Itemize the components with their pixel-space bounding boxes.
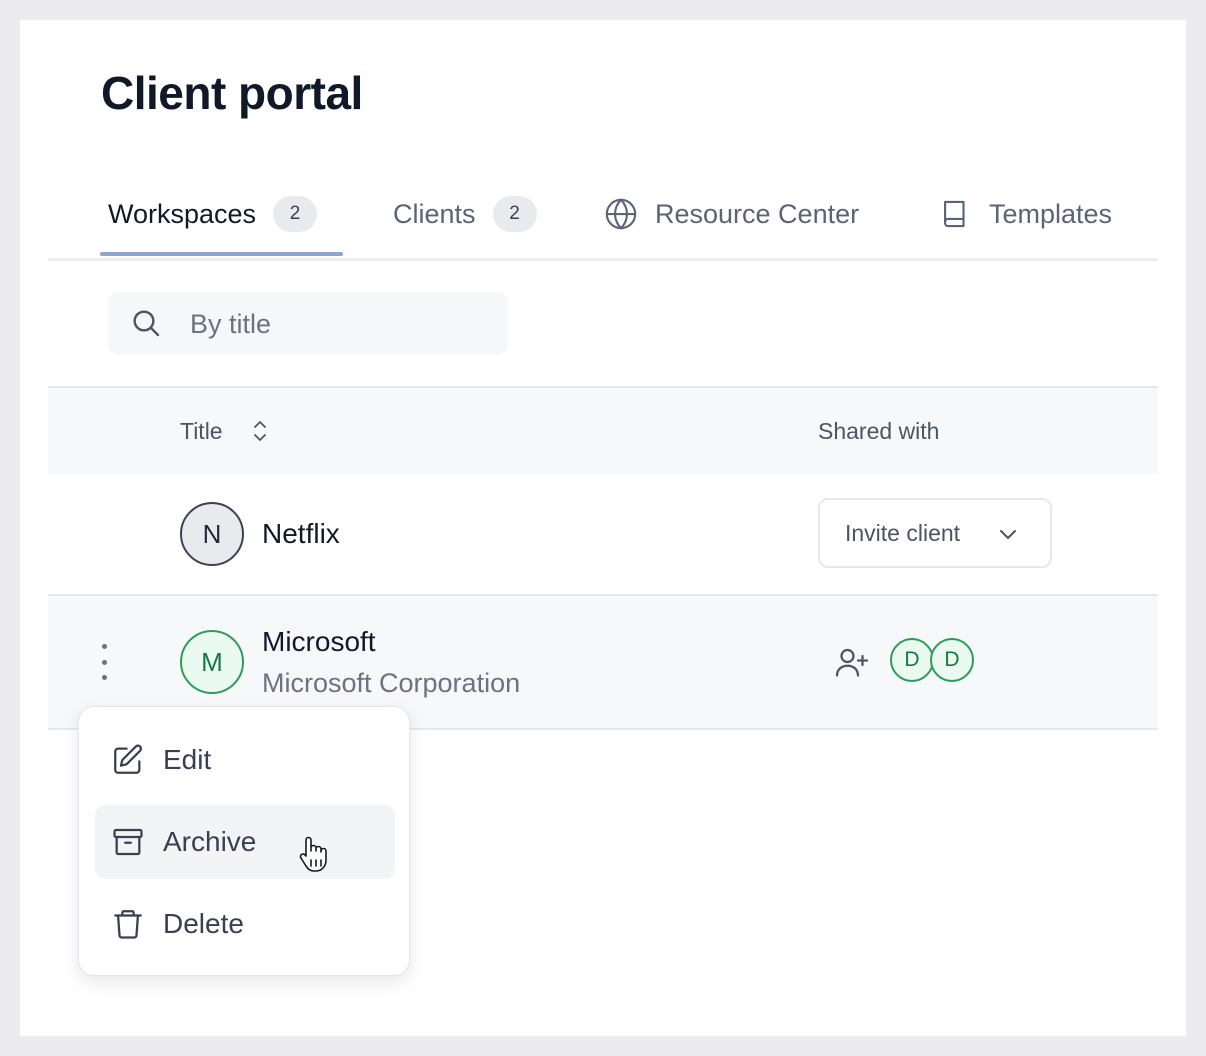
shared-user-avatar[interactable]: D xyxy=(930,638,974,682)
tab-workspaces-label: Workspaces xyxy=(108,198,257,229)
tab-clients-label: Clients xyxy=(393,198,476,229)
tab-workspaces[interactable]: Workspaces 2 xyxy=(108,170,318,258)
table-header: Title Shared with xyxy=(48,386,1158,476)
active-tab-indicator xyxy=(100,252,343,256)
add-user-icon[interactable] xyxy=(834,644,870,680)
workspace-subtitle: Microsoft Corporation xyxy=(262,668,521,698)
invite-client-label: Invite client xyxy=(845,519,961,546)
workspace-name[interactable]: Microsoft xyxy=(262,626,376,658)
search-icon xyxy=(130,307,162,339)
workspaces-count-badge: 2 xyxy=(273,196,318,232)
chevron-down-icon xyxy=(996,522,1020,546)
table-row[interactable]: N Netflix Invite client xyxy=(48,474,1158,596)
invite-client-button[interactable]: Invite client xyxy=(818,498,1052,568)
column-title-header[interactable]: Title xyxy=(180,388,271,474)
menu-item-delete-label: Delete xyxy=(163,908,244,939)
column-title-label: Title xyxy=(180,417,223,444)
menu-item-delete[interactable]: Delete xyxy=(95,887,395,961)
search-input[interactable] xyxy=(188,302,492,346)
column-shared-with-header: Shared with xyxy=(818,388,939,474)
sort-icon[interactable] xyxy=(249,417,271,445)
page-title: Client portal xyxy=(101,67,363,119)
tab-resource-center-label: Resource Center xyxy=(655,198,860,229)
clients-count-badge: 2 xyxy=(492,196,537,232)
menu-item-archive-label: Archive xyxy=(163,826,257,857)
row-actions-dropdown: Edit Archive Delete xyxy=(78,706,410,976)
book-icon xyxy=(938,197,972,231)
column-shared-with-label: Shared with xyxy=(818,417,940,444)
search-box xyxy=(108,292,508,354)
archive-icon xyxy=(111,825,145,859)
tab-resource-center[interactable]: Resource Center xyxy=(604,170,859,258)
tab-templates[interactable]: Templates xyxy=(938,170,1112,258)
tab-templates-label: Templates xyxy=(989,198,1113,229)
menu-item-edit-label: Edit xyxy=(163,744,212,775)
tab-bar: Workspaces 2 Clients 2 Resource Center T… xyxy=(48,170,1158,261)
avatar: N xyxy=(180,502,244,566)
row-actions-menu-icon[interactable] xyxy=(92,644,116,680)
globe-icon xyxy=(604,197,638,231)
avatar: M xyxy=(180,630,244,694)
hand-pointer-cursor-icon xyxy=(296,834,330,874)
menu-item-archive[interactable]: Archive xyxy=(95,805,395,879)
edit-icon xyxy=(111,743,145,777)
shared-user-avatar[interactable]: D xyxy=(890,638,934,682)
client-portal-page: Client portal Workspaces 2 Clients 2 Res… xyxy=(20,20,1186,1036)
tab-clients[interactable]: Clients 2 xyxy=(393,170,537,258)
menu-item-edit[interactable]: Edit xyxy=(95,723,395,797)
trash-icon xyxy=(111,907,145,941)
workspace-name[interactable]: Netflix xyxy=(262,518,340,550)
